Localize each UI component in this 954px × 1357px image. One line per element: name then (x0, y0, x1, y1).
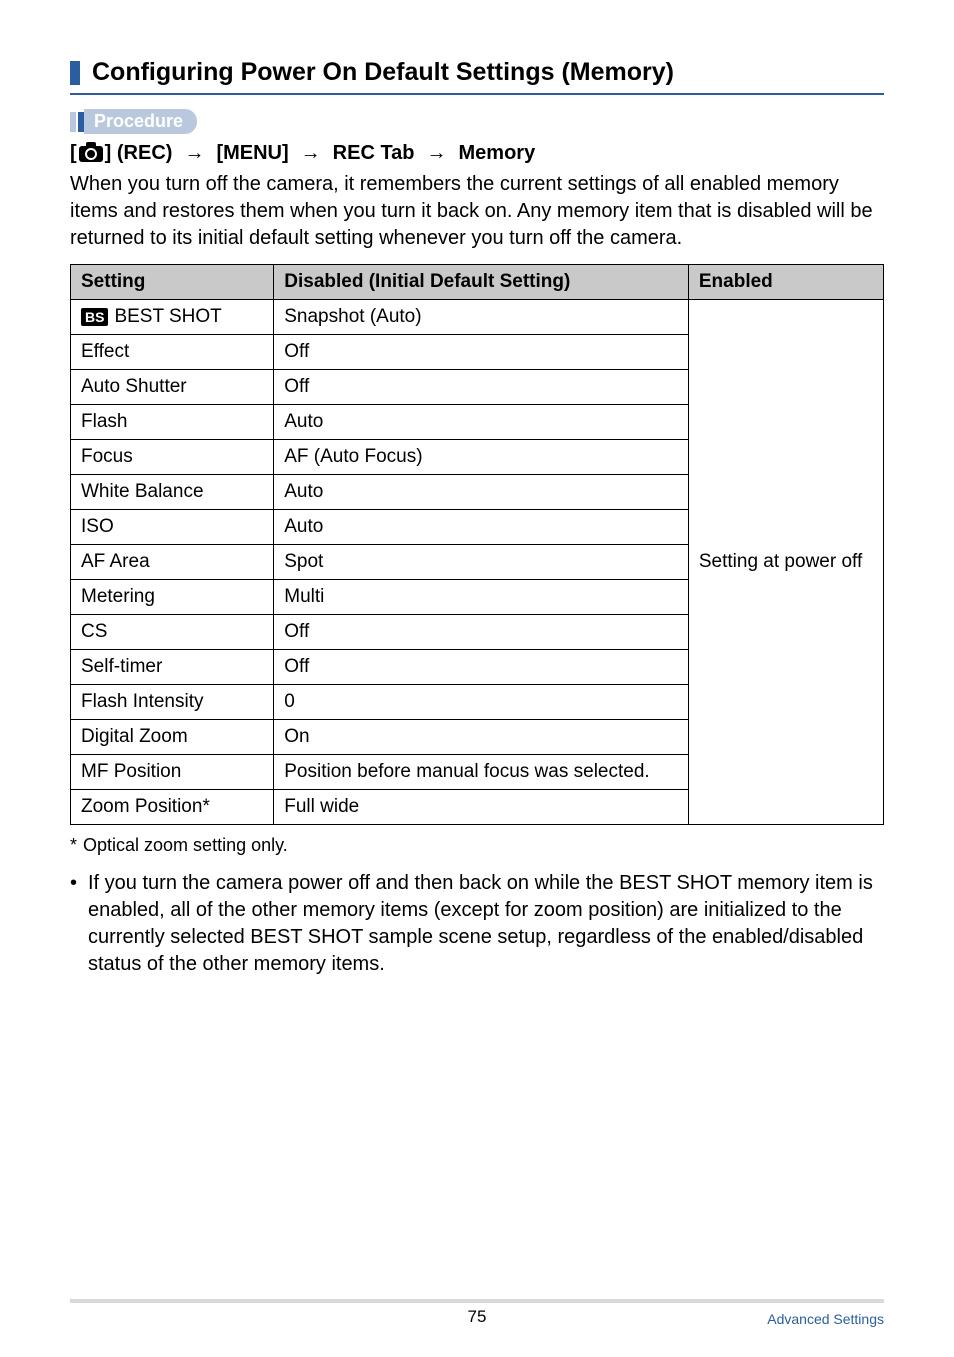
cell-disabled: AF (Auto Focus) (274, 440, 689, 475)
cell-setting: Flash (71, 405, 274, 440)
page: Configuring Power On Default Settings (M… (0, 0, 954, 1357)
bullet-item: • If you turn the camera power off and t… (70, 870, 884, 978)
breadcrumb-rectab: REC Tab (333, 142, 415, 165)
cell-disabled: Full wide (274, 790, 689, 825)
heading-marker (70, 61, 80, 85)
cell-setting: Digital Zoom (71, 720, 274, 755)
cell-enabled: Setting at power off (688, 300, 883, 825)
bullet-text: If you turn the camera power off and the… (88, 870, 884, 978)
cell-disabled: Off (274, 335, 689, 370)
cell-setting: BS BEST SHOT (71, 300, 274, 335)
cell-setting: Metering (71, 580, 274, 615)
cell-disabled: Position before manual focus was selecte… (274, 755, 689, 790)
footnote: * Optical zoom setting only. (70, 835, 884, 856)
breadcrumb-rec: [ ] (REC) (70, 142, 172, 165)
cell-setting: White Balance (71, 475, 274, 510)
footer-rule (70, 1299, 884, 1303)
cell-disabled: 0 (274, 685, 689, 720)
cell-setting: Flash Intensity (71, 685, 274, 720)
cell-disabled: Off (274, 370, 689, 405)
heading-bar: Configuring Power On Default Settings (M… (70, 58, 884, 95)
cell-disabled: On (274, 720, 689, 755)
cell-setting: AF Area (71, 545, 274, 580)
th-setting: Setting (71, 265, 274, 300)
cell-setting: CS (71, 615, 274, 650)
procedure-label-row: Procedure (70, 109, 884, 134)
arrow-icon: → (297, 142, 325, 165)
open-bracket: [ (70, 142, 77, 164)
th-enabled: Enabled (688, 265, 883, 300)
cell-disabled: Auto (274, 405, 689, 440)
intro-paragraph: When you turn off the camera, it remembe… (70, 171, 884, 252)
page-number: 75 (468, 1307, 487, 1327)
section-heading: Configuring Power On Default Settings (M… (70, 58, 884, 95)
th-disabled: Disabled (Initial Default Setting) (274, 265, 689, 300)
cell-disabled: Auto (274, 510, 689, 545)
cell-disabled: Off (274, 650, 689, 685)
breadcrumb: [ ] (REC) → [MENU] → REC Tab → Memory (70, 142, 884, 165)
settings-table: Setting Disabled (Initial Default Settin… (70, 264, 884, 825)
cell-setting: Zoom Position* (71, 790, 274, 825)
cell-disabled: Spot (274, 545, 689, 580)
bs-icon: BS (81, 308, 108, 327)
bullet-dot: • (70, 870, 88, 978)
cell-setting: Auto Shutter (71, 370, 274, 405)
camera-icon (79, 146, 103, 162)
heading-text: Configuring Power On Default Settings (M… (92, 58, 674, 87)
cell-disabled: Multi (274, 580, 689, 615)
arrow-icon: → (423, 142, 451, 165)
setting-label: BEST SHOT (114, 306, 221, 327)
cell-disabled: Snapshot (Auto) (274, 300, 689, 335)
cell-setting: Self-timer (71, 650, 274, 685)
breadcrumb-memory: Memory (459, 142, 536, 165)
procedure-marker (70, 112, 84, 132)
rec-suffix: ] (REC) (105, 142, 173, 164)
cell-setting: ISO (71, 510, 274, 545)
table-row: BSBEST SHOT Snapshot (Auto) Setting at p… (71, 300, 884, 335)
cell-disabled: Auto (274, 475, 689, 510)
footnote-text: Optical zoom setting only. (83, 835, 288, 856)
cell-disabled: Off (274, 615, 689, 650)
cell-setting: MF Position (71, 755, 274, 790)
table-header-row: Setting Disabled (Initial Default Settin… (71, 265, 884, 300)
footer-section-label: Advanced Settings (767, 1311, 884, 1327)
arrow-icon: → (180, 142, 208, 165)
procedure-pill: Procedure (84, 109, 197, 134)
footnote-asterisk: * (70, 835, 77, 856)
cell-setting: Effect (71, 335, 274, 370)
breadcrumb-menu: [MENU] (216, 142, 288, 165)
cell-setting: Focus (71, 440, 274, 475)
